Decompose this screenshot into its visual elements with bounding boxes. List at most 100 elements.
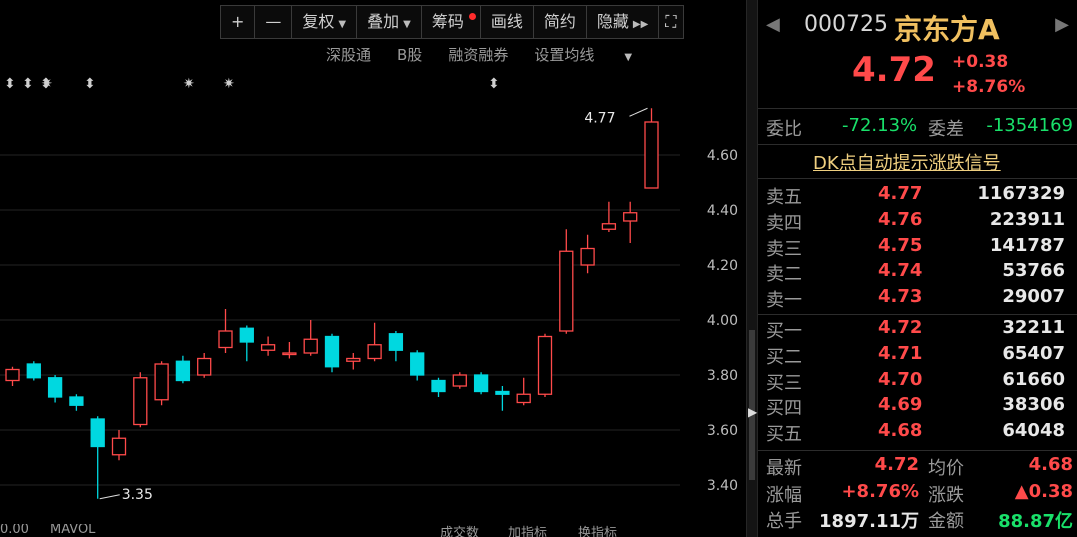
- ask-row[interactable]: 卖二 4.74 53766: [758, 258, 1077, 285]
- event-star-icon[interactable]: ✷: [183, 76, 195, 92]
- candle-body: [580, 247, 595, 266]
- ask-book: 卖五 4.77 1167329 卖四 4.76 223911 卖三 4.75 141787 卖二 4…: [758, 181, 1077, 312]
- candle-body: [26, 363, 41, 379]
- overlay-dropdown[interactable]: 叠加 ▼: [357, 6, 422, 38]
- adjust-rights-dropdown[interactable]: 复权 ▼: [292, 6, 358, 38]
- stock-code: 000725: [804, 12, 888, 37]
- y-tick-label: 3.80: [707, 368, 738, 384]
- stat-value: 4.72: [874, 454, 919, 475]
- kline-chart-panel[interactable]: 4.60 4.40 4.20 4.00 3.80 3.60 3.40 4.77 3.35 + —…: [0, 0, 746, 537]
- next-stock-icon[interactable]: ▶: [1055, 14, 1069, 35]
- ma-settings-dropdown[interactable]: 设置均线 ▼: [534, 44, 658, 65]
- volume-indicator-tab[interactable]: 成交数: [440, 524, 479, 537]
- candle-body: [218, 330, 233, 349]
- y-tick-label: 4.00: [707, 313, 738, 329]
- prev-stock-icon[interactable]: ◀: [766, 14, 780, 35]
- bid-label: 买四: [766, 398, 802, 420]
- candle-body: [197, 357, 212, 376]
- stock-name: 京东方A: [894, 13, 1000, 46]
- stat-value: 4.68: [1028, 454, 1073, 475]
- bid-price: 4.69: [878, 394, 923, 416]
- bid-volume: 32211: [1002, 317, 1065, 338]
- zoom-out-button[interactable]: —: [255, 6, 293, 38]
- y-tick-label: 3.40: [707, 478, 738, 494]
- b-share-link[interactable]: B股: [397, 44, 422, 65]
- signal-link[interactable]: DK点自动提示涨跌信号: [813, 149, 1001, 175]
- ask-label: 卖一: [766, 290, 802, 312]
- last-price: 4.72: [852, 50, 936, 90]
- ask-row[interactable]: 卖五 4.77 1167329: [758, 181, 1077, 208]
- candle-body: [495, 390, 510, 395]
- margin-trading-link[interactable]: 融资融券: [448, 44, 508, 65]
- candle-body: [5, 368, 20, 382]
- stat-label: 金额: [928, 511, 964, 532]
- panel-splitter[interactable]: ▶: [746, 0, 758, 537]
- event-star-icon[interactable]: ✷: [41, 76, 53, 92]
- candle-body: [516, 393, 531, 404]
- stat-label: 总手: [766, 511, 802, 532]
- bid-price: 4.71: [878, 342, 923, 364]
- bid-row[interactable]: 买二 4.71 65407: [758, 341, 1077, 368]
- bid-row[interactable]: 买三 4.70 61660: [758, 367, 1077, 394]
- stat-row: 最新 4.72 均价 4.68: [758, 454, 1077, 481]
- ask-volume: 29007: [1002, 286, 1065, 308]
- bid-price: 4.70: [878, 368, 923, 390]
- event-mark-icon[interactable]: ⬍: [22, 76, 34, 92]
- ask-row[interactable]: 卖三 4.75 141787: [758, 233, 1077, 260]
- event-mark-icon[interactable]: ⬍: [488, 76, 500, 92]
- stat-value: ▲0.38: [1014, 480, 1073, 502]
- candle-body: [282, 352, 297, 356]
- bid-label: 买五: [766, 424, 802, 446]
- quote-panel: ◀ 000725 京东方A ▶ 4.72 +0.38 +8.76% 委比 -72…: [758, 0, 1077, 537]
- order-ratio-row: 委比 -72.13% 委差 -1354169: [758, 112, 1077, 145]
- ask-label: 卖四: [766, 212, 802, 234]
- candle-body: [559, 250, 574, 332]
- indicator-value: 0.00: [0, 524, 29, 537]
- event-mark-icon[interactable]: ⬍: [4, 76, 16, 92]
- indicator-strip: 0.00 MAVOL 成交数 加指标 换指标: [0, 524, 746, 537]
- bid-row[interactable]: 买五 4.68 64048: [758, 418, 1077, 446]
- draw-line-button[interactable]: 画线: [481, 6, 534, 38]
- add-indicator-button[interactable]: 加指标: [508, 524, 547, 537]
- candle-body: [260, 344, 276, 351]
- zoom-in-button[interactable]: +: [221, 6, 256, 38]
- expand-icon: ⛶: [665, 12, 677, 31]
- sh-sz-connect-link[interactable]: 深股通: [326, 44, 371, 65]
- quote-header: ◀ 000725 京东方A ▶ 4.72 +0.38 +8.76%: [758, 0, 1077, 109]
- ask-price: 4.73: [878, 286, 923, 308]
- expand-button[interactable]: ⛶: [659, 6, 682, 38]
- candle-body: [388, 333, 404, 351]
- candle-body: [644, 121, 659, 189]
- candle-body: [623, 212, 638, 222]
- event-star-icon[interactable]: ✷: [223, 76, 235, 92]
- signal-row: DK点自动提示涨跌信号: [758, 146, 1077, 179]
- change-indicator-button[interactable]: 换指标: [578, 524, 617, 537]
- ask-row[interactable]: 卖四 4.76 223911: [758, 207, 1077, 234]
- candle-body: [175, 360, 191, 382]
- overlay-label: 叠加: [367, 12, 400, 31]
- chips-label: 筹码: [431, 12, 464, 31]
- simple-mode-button[interactable]: 简约: [534, 6, 587, 38]
- y-tick-label: 4.60: [707, 148, 738, 164]
- mavol-label: MAVOL: [50, 524, 96, 537]
- bid-volume: 61660: [1002, 368, 1065, 390]
- candle-body: [133, 377, 148, 426]
- hide-button[interactable]: 隐藏 ▶▶: [587, 6, 660, 38]
- price-change-pct: +8.76%: [952, 77, 1026, 97]
- bid-price: 4.68: [878, 420, 923, 442]
- candle-body: [239, 327, 254, 343]
- stat-row: 总手 1897.11万 金额 88.87亿: [758, 507, 1077, 534]
- price-change: +0.38: [952, 52, 1009, 72]
- stat-value: +8.76%: [841, 480, 919, 502]
- hide-label: 隐藏: [596, 12, 629, 31]
- y-tick-label: 4.40: [707, 203, 738, 219]
- stat-row: 涨幅 +8.76% 涨跌 ▲0.38: [758, 481, 1077, 508]
- collapse-arrow-icon[interactable]: ▶: [748, 405, 757, 419]
- candle-body: [111, 437, 127, 456]
- chips-button[interactable]: 筹码: [422, 6, 481, 38]
- bid-row[interactable]: 买四 4.69 38306: [758, 392, 1077, 420]
- ask-row[interactable]: 卖一 4.73 29007: [758, 284, 1077, 312]
- bid-row[interactable]: 买一 4.72 32211: [758, 315, 1077, 342]
- event-mark-icon[interactable]: ⬍: [84, 76, 96, 92]
- stat-value: 1897.11万: [819, 511, 919, 532]
